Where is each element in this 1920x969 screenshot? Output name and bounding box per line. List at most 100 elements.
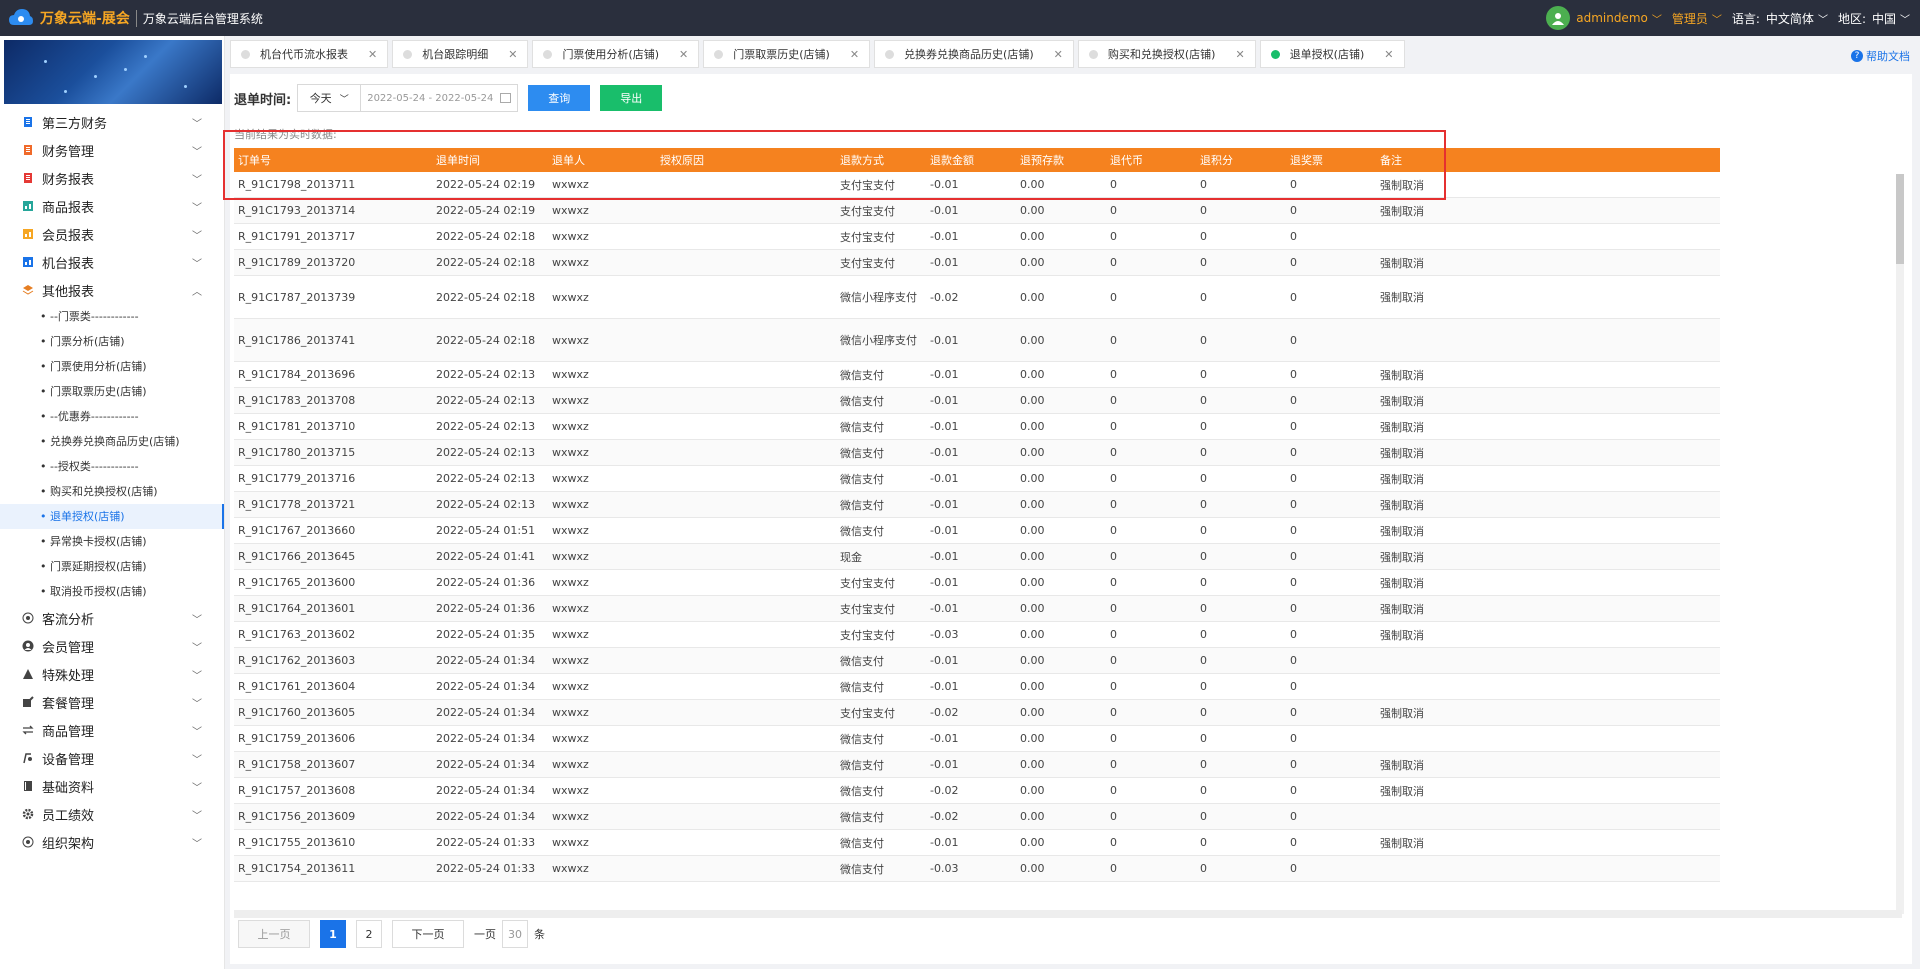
table-row[interactable]: R_91C1793_2013714 2022-05-24 02:19 wxwxz 支付… <box>234 197 1720 224</box>
table-row[interactable]: R_91C1761_2013604 2022-05-24 01:34 wxwxz 微信… <box>234 673 1720 700</box>
table-row[interactable]: R_91C1798_2013711 2022-05-24 02:19 wxwxz 支付… <box>234 172 1720 198</box>
period-select[interactable]: 今天 ﹀ <box>297 84 362 112</box>
sidebar-subitem[interactable]: • 异常换卡授权(店铺) <box>0 529 224 554</box>
table-row[interactable]: R_91C1758_2013607 2022-05-24 01:34 wxwxz 微信… <box>234 751 1720 778</box>
table-row[interactable]: R_91C1778_2013721 2022-05-24 02:13 wxwxz 微信… <box>234 491 1720 518</box>
table-cell: R_91C1781_2013710 <box>234 413 432 440</box>
table-row[interactable]: R_91C1787_2013739 2022-05-24 02:18 wxwxz 微信… <box>234 275 1720 319</box>
table-cell <box>656 673 836 700</box>
tab[interactable]: 购买和兑换授权(店铺) ✕ <box>1077 40 1256 68</box>
tab[interactable]: 兑换券兑换商品历史(店铺) ✕ <box>874 40 1074 68</box>
sidebar-item-b0[interactable]: 客流分析 ﹀ <box>0 604 224 632</box>
table-row[interactable]: R_91C1762_2013603 2022-05-24 01:34 wxwxz 微信… <box>234 647 1720 674</box>
tab[interactable]: 门票使用分析(店铺) ✕ <box>532 40 700 68</box>
page-number-button[interactable]: 1 <box>320 920 346 948</box>
table-row[interactable]: R_91C1781_2013710 2022-05-24 02:13 wxwxz 微信… <box>234 413 1720 440</box>
sidebar-subitem[interactable]: • 门票使用分析(店铺) <box>0 354 224 379</box>
sidebar-item-b4[interactable]: 商品管理 ﹀ <box>0 716 224 744</box>
table-cell: R_91C1757_2013608 <box>234 777 432 804</box>
sidebar-item-5[interactable]: 机台报表 ﹀ <box>0 248 224 276</box>
table-row[interactable]: R_91C1767_2013660 2022-05-24 01:51 wxwxz 微信… <box>234 517 1720 544</box>
close-icon[interactable]: ✕ <box>1235 48 1244 61</box>
help-link[interactable]: ? 帮助文档 <box>1851 48 1910 64</box>
chevron-down-icon: ﹀ <box>1817 14 1828 26</box>
table-row[interactable]: R_91C1760_2013605 2022-05-24 01:34 wxwxz 支付… <box>234 699 1720 726</box>
sidebar-subitem[interactable]: • 退单授权(店铺) <box>0 504 224 529</box>
table-row[interactable]: R_91C1759_2013606 2022-05-24 01:34 wxwxz 微信… <box>234 725 1720 752</box>
tab[interactable]: 门票取票历史(店铺) ✕ <box>703 40 871 68</box>
sidebar-item-b8[interactable]: 组织架构 ﹀ <box>0 828 224 856</box>
table-row[interactable]: R_91C1791_2013717 2022-05-24 02:18 wxwxz 支付… <box>234 223 1720 250</box>
sidebar-subitem[interactable]: • 购买和兑换授权(店铺) <box>0 479 224 504</box>
table-row[interactable]: R_91C1754_2013611 2022-05-24 01:33 wxwxz 微信… <box>234 855 1720 882</box>
sidebar-item-b7[interactable]: 员工绩效 ﹀ <box>0 800 224 828</box>
tab[interactable]: 退单授权(店铺) ✕ <box>1259 40 1405 68</box>
query-button[interactable]: 查询 <box>528 85 591 111</box>
table-row[interactable]: R_91C1789_2013720 2022-05-24 02:18 wxwxz 支付… <box>234 249 1720 276</box>
sidebar-subitem[interactable]: • 取消投币授权(店铺) <box>0 579 224 604</box>
table-cell: 微信小程序支付 <box>836 275 926 319</box>
scroll-thumb[interactable] <box>1896 174 1904 264</box>
horizontal-scrollbar[interactable] <box>234 910 1902 918</box>
vertical-scrollbar[interactable] <box>1896 174 1904 914</box>
table-row[interactable]: R_91C1756_2013609 2022-05-24 01:34 wxwxz 微信… <box>234 803 1720 830</box>
page-size-input[interactable]: 30 <box>502 920 528 948</box>
table-row[interactable]: R_91C1786_2013741 2022-05-24 02:18 wxwxz 微信… <box>234 318 1720 362</box>
top-bar: 万象云端-展会 万象云端后台管理系统 admindemo ﹀ 管理员 ﹀ 语言:… <box>0 0 1920 36</box>
sidebar-subitem[interactable]: • --门票类------------ <box>0 304 224 329</box>
table-row[interactable]: R_91C1766_2013645 2022-05-24 01:41 wxwxz 现金… <box>234 543 1720 570</box>
close-icon[interactable]: ✕ <box>679 48 688 61</box>
date-range-input[interactable]: 2022-05-24 - 2022-05-24 <box>361 84 519 112</box>
logo[interactable]: 万象云端-展会 万象云端后台管理系统 <box>0 7 263 29</box>
close-icon[interactable]: ✕ <box>368 48 377 61</box>
table-cell: 0 <box>1196 855 1286 882</box>
close-icon[interactable]: ✕ <box>1054 48 1063 61</box>
sidebar-item-2[interactable]: 财务报表 ﹀ <box>0 164 224 192</box>
sidebar-item-3[interactable]: 商品报表 ﹀ <box>0 192 224 220</box>
close-icon[interactable]: ✕ <box>508 48 517 61</box>
sidebar-subitem[interactable]: • 门票分析(店铺) <box>0 329 224 354</box>
tab[interactable]: 机台代币流水报表 ✕ <box>230 40 389 68</box>
table-cell: -0.03 <box>926 621 1016 648</box>
sidebar-item-b3[interactable]: 套餐管理 ﹀ <box>0 688 224 716</box>
sidebar-item-6[interactable]: 其他报表 ︿ <box>0 276 224 304</box>
table-row[interactable]: R_91C1780_2013715 2022-05-24 02:13 wxwxz 微信… <box>234 439 1720 466</box>
page-number-button[interactable]: 2 <box>356 920 382 948</box>
sidebar-item-1[interactable]: 财务管理 ﹀ <box>0 136 224 164</box>
sidebar-subitem[interactable]: • 兑换券兑换商品历史(店铺) <box>0 429 224 454</box>
prev-page-button[interactable]: 上一页 <box>238 920 310 948</box>
table-cell: 0 <box>1196 517 1286 544</box>
tab[interactable]: 机台跟踪明细 ✕ <box>392 40 529 68</box>
region-menu[interactable]: 地区: 中国 ﹀ <box>1838 10 1910 27</box>
table-row[interactable]: R_91C1783_2013708 2022-05-24 02:13 wxwxz 微信… <box>234 387 1720 414</box>
table-row[interactable]: R_91C1755_2013610 2022-05-24 01:33 wxwxz 微信… <box>234 829 1720 856</box>
sidebar-subitem[interactable]: • --授权类------------ <box>0 454 224 479</box>
close-icon[interactable]: ✕ <box>850 48 859 61</box>
table-row[interactable]: R_91C1757_2013608 2022-05-24 01:34 wxwxz 微信… <box>234 777 1720 804</box>
sidebar-item-0[interactable]: 第三方财务 ﹀ <box>0 108 224 136</box>
table-cell: 0.00 <box>1016 172 1106 198</box>
sidebar-item-b6[interactable]: 基础资料 ﹀ <box>0 772 224 800</box>
next-page-button[interactable]: 下一页 <box>392 920 464 948</box>
table-cell: 强制取消 <box>1376 465 1720 492</box>
sidebar-item-b2[interactable]: 特殊处理 ﹀ <box>0 660 224 688</box>
table-row[interactable]: R_91C1763_2013602 2022-05-24 01:35 wxwxz 支付… <box>234 621 1720 648</box>
user-menu[interactable]: admindemo ﹀ <box>1546 6 1662 30</box>
sidebar-subitem[interactable]: • 门票延期授权(店铺) <box>0 554 224 579</box>
role-menu[interactable]: 管理员 ﹀ <box>1672 10 1722 27</box>
close-icon[interactable]: ✕ <box>1384 48 1393 61</box>
export-button[interactable]: 导出 <box>600 85 663 111</box>
table-row[interactable]: R_91C1784_2013696 2022-05-24 02:13 wxwxz 微信… <box>234 361 1720 388</box>
results-table-container[interactable]: 订单号 退单时间 退单人 授权原因 退款方式 退款金额 退预存款 退代币 退积分 退奖票 备注 R_… <box>234 148 1910 908</box>
table-row[interactable]: R_91C1764_2013601 2022-05-24 01:36 wxwxz 支付… <box>234 595 1720 622</box>
table-row[interactable]: R_91C1779_2013716 2022-05-24 02:13 wxwxz 微信… <box>234 465 1720 492</box>
chevron-up-icon: ︿ <box>192 286 202 298</box>
table-cell: 0 <box>1286 439 1376 466</box>
sidebar-item-4[interactable]: 会员报表 ﹀ <box>0 220 224 248</box>
sidebar-item-b1[interactable]: 会员管理 ﹀ <box>0 632 224 660</box>
sidebar-item-b5[interactable]: 设备管理 ﹀ <box>0 744 224 772</box>
sidebar-subitem[interactable]: • --优惠券------------ <box>0 404 224 429</box>
table-row[interactable]: R_91C1765_2013600 2022-05-24 01:36 wxwxz 支付… <box>234 569 1720 596</box>
language-menu[interactable]: 语言: 中文简体 ﹀ <box>1732 10 1828 27</box>
sidebar-subitem[interactable]: • 门票取票历史(店铺) <box>0 379 224 404</box>
